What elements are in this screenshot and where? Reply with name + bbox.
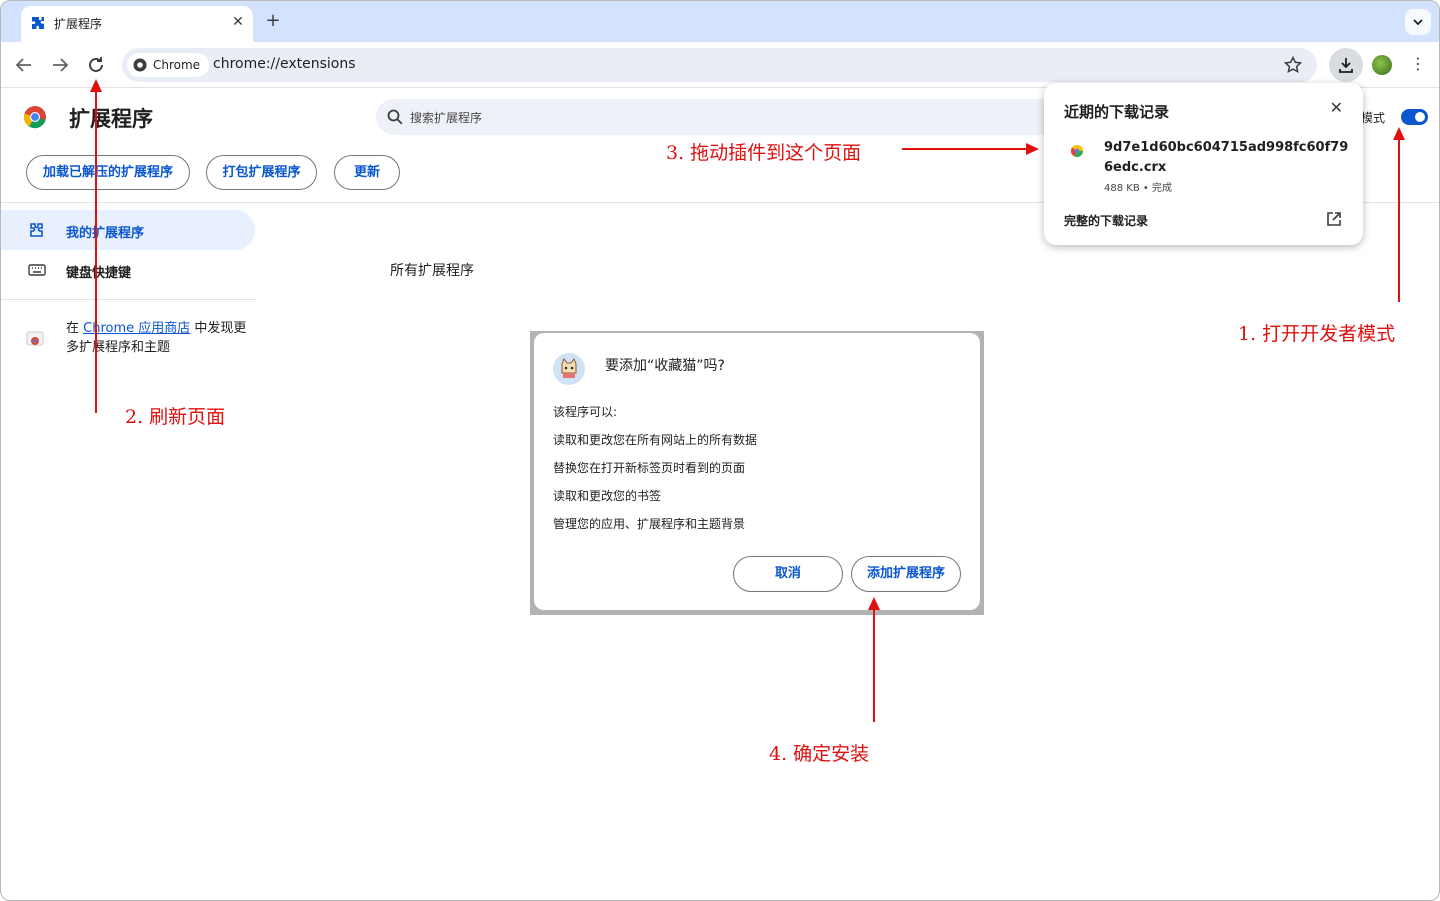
annotation-step1: 1. 打开开发者模式 <box>1238 323 1396 345</box>
download-file-name[interactable]: 9d7e1d60bc604715ad998fc60f796edc.crx <box>1104 138 1349 178</box>
puzzle-icon <box>30 223 43 237</box>
profile-avatar[interactable] <box>1372 55 1392 75</box>
annotation-arrowhead-1 <box>1393 127 1405 140</box>
search-placeholder: 搜索扩展程序 <box>410 111 483 125</box>
page-title: 扩展程序 <box>69 107 153 131</box>
tab-strip: 扩展程序 ✕ + <box>1 1 1439 42</box>
reload-icon[interactable] <box>84 53 108 77</box>
address-bar[interactable]: Chrome chrome://extensions <box>122 48 1317 82</box>
install-dialog: 要添加“收藏猫”吗? 该程序可以: 读取和更改您在所有网站上的所有数据 替换您在… <box>534 333 980 610</box>
web-store-icon <box>26 331 44 346</box>
annotation-arrow-3 <box>902 148 1027 150</box>
tab-search-button[interactable] <box>1405 9 1431 35</box>
more-menu-icon[interactable]: ⋮ <box>1409 53 1427 77</box>
download-file-meta: 488 KB • 完成 <box>1104 183 1172 194</box>
sidebar-item-shortcuts[interactable]: 键盘快捷键 <box>1 250 255 290</box>
load-unpacked-button[interactable]: 加载已解压的扩展程序 <box>26 155 190 190</box>
pack-extension-button[interactable]: 打包扩展程序 <box>206 155 317 190</box>
open-external-icon[interactable] <box>1325 210 1343 228</box>
dialog-title: 要添加“收藏猫”吗? <box>605 358 725 374</box>
section-title: 所有扩展程序 <box>390 263 474 279</box>
annotation-arrowhead-4 <box>868 597 880 610</box>
star-icon[interactable] <box>1283 55 1303 75</box>
annotation-arrowhead-2 <box>90 79 102 92</box>
new-tab-button[interactable]: + <box>263 11 283 31</box>
permission-item: 读取和更改您的书签 <box>553 489 662 503</box>
chevron-down-icon <box>1413 19 1423 26</box>
download-button[interactable] <box>1329 48 1363 82</box>
chrome-logo-icon <box>133 58 147 72</box>
annotation-arrow-4 <box>873 608 875 722</box>
forward-icon[interactable] <box>48 53 72 77</box>
permission-item: 管理您的应用、扩展程序和主题背景 <box>553 517 746 531</box>
sidebar-item-label: 键盘快捷键 <box>66 266 132 281</box>
crx-file-icon <box>1070 145 1083 158</box>
permission-item: 读取和更改您在所有网站上的所有数据 <box>553 433 758 447</box>
download-icon <box>1339 58 1353 73</box>
browser-window: 扩展程序 ✕ + Chrome chrome://extensions ⋮ 扩展… <box>0 0 1440 901</box>
close-icon[interactable]: ✕ <box>1330 98 1343 117</box>
dialog-subtitle: 该程序可以: <box>553 405 618 419</box>
toolbar: Chrome chrome://extensions ⋮ <box>1 42 1439 88</box>
search-input[interactable]: 搜索扩展程序 <box>376 99 1066 135</box>
search-icon <box>387 109 403 125</box>
web-store-link[interactable]: Chrome 应用商店 <box>83 321 190 336</box>
tab-extensions[interactable]: 扩展程序 ✕ <box>21 6 253 42</box>
dev-mode-toggle[interactable] <box>1401 109 1428 125</box>
tab-title: 扩展程序 <box>54 17 103 31</box>
sidebar-item-label: 我的扩展程序 <box>66 226 145 241</box>
keyboard-icon <box>28 264 46 276</box>
full-history-link[interactable]: 完整的下载记录 <box>1064 212 1148 229</box>
annotation-arrow-2 <box>95 91 97 413</box>
toggle-knob <box>1415 112 1425 122</box>
dev-mode-label: 模式 <box>1361 111 1386 125</box>
back-icon[interactable] <box>12 53 36 77</box>
sidebar-item-my-extensions[interactable]: 我的扩展程序 <box>1 210 255 250</box>
extension-cat-icon <box>553 353 585 385</box>
downloads-title: 近期的下载记录 <box>1064 103 1170 121</box>
add-extension-button[interactable]: 添加扩展程序 <box>851 556 961 592</box>
url-text: chrome://extensions <box>213 56 356 72</box>
annotation-step3: 3. 拖动插件到这个页面 <box>666 142 862 164</box>
chrome-chip[interactable]: Chrome <box>127 53 210 77</box>
puzzle-icon <box>32 17 44 29</box>
cancel-button[interactable]: 取消 <box>733 556 843 592</box>
tab-close-icon[interactable]: ✕ <box>229 13 247 31</box>
chrome-logo-icon <box>23 106 46 129</box>
annotation-step2: 2. 刷新页面 <box>125 406 226 428</box>
permission-item: 替换您在打开新标签页时看到的页面 <box>553 461 746 475</box>
chip-label: Chrome <box>153 58 201 72</box>
update-button[interactable]: 更新 <box>334 155 400 190</box>
download-bubble: 近期的下载记录 ✕ 9d7e1d60bc604715ad998fc60f796e… <box>1044 83 1363 245</box>
annotation-arrowhead-3 <box>1026 143 1039 155</box>
store-prefix: 在 <box>66 321 84 336</box>
sidebar-divider <box>1 299 257 300</box>
annotation-step4: 4. 确定安装 <box>769 743 870 765</box>
annotation-arrow-1 <box>1398 138 1400 302</box>
